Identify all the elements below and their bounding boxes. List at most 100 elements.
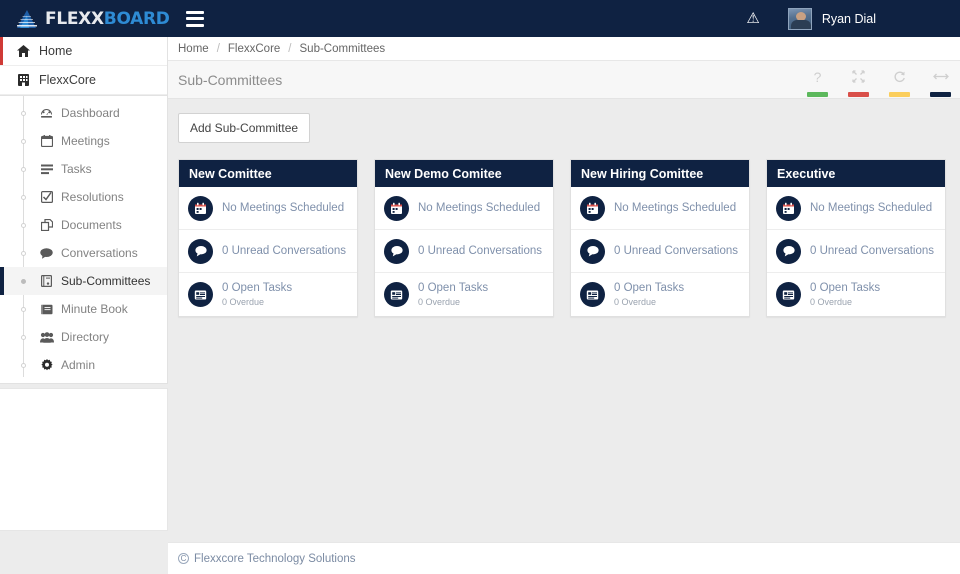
sidebar-item-meetings[interactable]: Meetings xyxy=(0,127,167,155)
building-icon xyxy=(14,74,32,86)
add-sub-committee-button[interactable]: Add Sub-Committee xyxy=(178,113,311,143)
resize-icon-bar xyxy=(930,92,951,97)
tree-node-dot xyxy=(20,279,26,284)
application-window: FLEXXBOARD ⚠ Ryan Dial Home FlexxCore Da… xyxy=(0,0,960,574)
tree-node-dot xyxy=(20,335,26,340)
help-glyph: ? xyxy=(813,69,822,85)
gear-icon xyxy=(38,359,55,371)
hamburger-menu-icon[interactable] xyxy=(185,10,204,27)
user-avatar[interactable] xyxy=(787,7,812,30)
notebook-icon xyxy=(38,304,55,315)
tree-node-dot xyxy=(20,223,26,228)
book-icon xyxy=(38,275,55,287)
sidebar-sub-nav: Dashboard Meetings Tasks Resolutions Doc… xyxy=(0,96,168,384)
card-row-text: 0 Open Tasks xyxy=(418,282,489,295)
sidebar-item-resolutions[interactable]: Resolutions xyxy=(0,183,167,211)
card-row-text: 0 Open Tasks xyxy=(810,282,881,295)
warning-triangle-icon[interactable]: ⚠ xyxy=(746,11,759,26)
card-row-tasks[interactable]: 0 Open Tasks 0 Overdue xyxy=(767,273,945,316)
sidebar: Home FlexxCore Dashboard Meetings Tasks … xyxy=(0,37,168,574)
help-icon[interactable]: ? xyxy=(807,70,828,97)
sidebar-item-minute-book[interactable]: Minute Book xyxy=(0,295,167,323)
chat-icon xyxy=(384,238,409,264)
brand-name-primary: FLEXX xyxy=(45,8,104,29)
sidebar-item-label: Minute Book xyxy=(61,302,128,316)
card-row-tasks[interactable]: 0 Open Tasks 0 Overdue xyxy=(179,273,357,316)
card-row-text: 0 Unread Conversations xyxy=(810,244,935,257)
sidebar-item-documents[interactable]: Documents xyxy=(0,211,167,239)
resize-icon[interactable] xyxy=(930,70,951,97)
breadcrumb-item-flexxcore[interactable]: FlexxCore xyxy=(228,43,280,55)
top-navigation-bar: FLEXXBOARD ⚠ Ryan Dial xyxy=(0,0,960,37)
sidebar-item-tasks[interactable]: Tasks xyxy=(0,155,167,183)
breadcrumb-separator: / xyxy=(216,42,220,55)
sub-committee-card[interactable]: New Demo Comitee No Meetings Scheduled 0… xyxy=(374,159,554,317)
sub-committee-card[interactable]: New Hiring Comittee No Meetings Schedule… xyxy=(570,159,750,317)
card-row-meetings[interactable]: No Meetings Scheduled xyxy=(571,187,749,230)
card-row-tasks[interactable]: 0 Open Tasks 0 Overdue xyxy=(375,273,553,316)
card-row-text: 0 Open Tasks xyxy=(614,282,685,295)
calendar-icon xyxy=(188,195,213,221)
sidebar-item-home[interactable]: Home xyxy=(0,37,167,66)
card-title: New Demo Comitee xyxy=(375,160,553,187)
sidebar-item-admin[interactable]: Admin xyxy=(0,351,167,379)
content-body: Add Sub-Committee New Comittee No Meetin… xyxy=(168,99,960,574)
sidebar-item-directory[interactable]: Directory xyxy=(0,323,167,351)
footer: C Flexxcore Technology Solutions xyxy=(168,542,960,574)
breadcrumb-item-home[interactable]: Home xyxy=(178,43,209,55)
flexxboard-logo-icon xyxy=(14,9,40,29)
sidebar-item-conversations[interactable]: Conversations xyxy=(0,239,167,267)
card-title: Executive xyxy=(767,160,945,187)
collapse-glyph xyxy=(848,70,869,85)
card-row-text: No Meetings Scheduled xyxy=(614,201,737,214)
brand-logo[interactable]: FLEXXBOARD xyxy=(0,0,170,37)
sidebar-item-label: Conversations xyxy=(61,246,138,260)
sub-committee-card[interactable]: New Comittee No Meetings Scheduled 0 Unr… xyxy=(178,159,358,317)
card-row-meetings[interactable]: No Meetings Scheduled xyxy=(375,187,553,230)
sidebar-item-label: FlexxCore xyxy=(39,73,96,87)
tree-node-dot xyxy=(20,251,26,256)
card-row-text: 0 Unread Conversations xyxy=(222,244,347,257)
tasks-icon xyxy=(384,282,409,307)
sidebar-item-label: Home xyxy=(39,44,73,58)
card-row-meetings[interactable]: No Meetings Scheduled xyxy=(767,187,945,230)
sidebar-item-dashboard[interactable]: Dashboard xyxy=(0,99,167,127)
card-row-conversations[interactable]: 0 Unread Conversations xyxy=(179,230,357,273)
sidebar-item-label: Dashboard xyxy=(61,106,120,120)
refresh-icon-bar xyxy=(889,92,910,97)
card-row-tasks[interactable]: 0 Open Tasks 0 Overdue xyxy=(571,273,749,316)
card-row-text: No Meetings Scheduled xyxy=(810,201,933,214)
list-icon xyxy=(38,164,55,175)
calendar-icon xyxy=(384,195,409,221)
people-icon xyxy=(38,331,55,343)
widget-icon-group: ? xyxy=(807,70,951,97)
card-title: New Hiring Comittee xyxy=(571,160,749,187)
sidebar-item-label: Resolutions xyxy=(61,190,124,204)
card-row-subtext: 0 Overdue xyxy=(614,296,657,307)
sub-committee-card[interactable]: Executive No Meetings Scheduled 0 Unread… xyxy=(766,159,946,317)
calendar-icon xyxy=(776,195,801,221)
sidebar-item-label: Admin xyxy=(61,358,96,372)
help-icon-bar xyxy=(807,92,828,97)
card-row-conversations[interactable]: 0 Unread Conversations xyxy=(571,230,749,273)
sidebar-item-label: Sub-Committees xyxy=(61,274,151,288)
card-row-conversations[interactable]: 0 Unread Conversations xyxy=(375,230,553,273)
refresh-icon[interactable] xyxy=(889,70,910,97)
refresh-glyph xyxy=(889,70,910,85)
card-row-meetings[interactable]: No Meetings Scheduled xyxy=(179,187,357,230)
sidebar-item-flexxcore[interactable]: FlexxCore xyxy=(0,66,167,95)
chat-icon xyxy=(38,247,55,259)
chat-icon xyxy=(188,238,213,264)
sidebar-item-label: Meetings xyxy=(61,134,110,148)
brand-name-secondary: BOARD xyxy=(103,8,170,29)
page-header: Sub-Committees ? xyxy=(168,61,960,99)
card-row-conversations[interactable]: 0 Unread Conversations xyxy=(767,230,945,273)
copyright-icon: C xyxy=(178,553,189,564)
card-row-text: 0 Unread Conversations xyxy=(614,244,739,257)
page-title: Sub-Committees xyxy=(178,71,283,88)
collapse-icon[interactable] xyxy=(848,70,869,97)
tasks-icon xyxy=(580,282,605,307)
sidebar-item-sub-committees[interactable]: Sub-Committees xyxy=(0,267,167,295)
footer-text: Flexxcore Technology Solutions xyxy=(194,552,356,565)
user-name-label[interactable]: Ryan Dial xyxy=(822,12,876,26)
